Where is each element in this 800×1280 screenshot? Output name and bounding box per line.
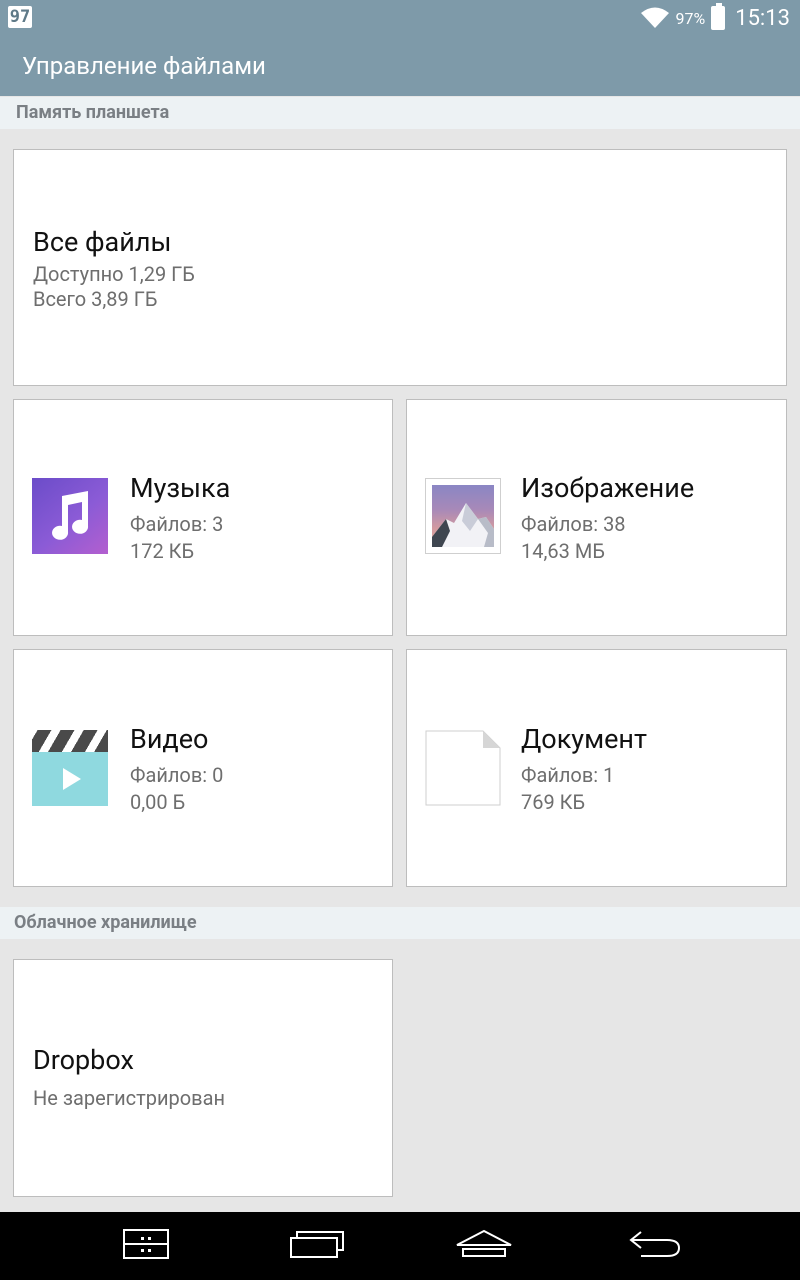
navigation-bar xyxy=(0,1212,800,1280)
wifi-icon xyxy=(640,6,670,30)
file-count: Файлов: 3 xyxy=(130,512,224,536)
clock: 15:13 xyxy=(735,5,790,31)
card-title: Музыка xyxy=(130,472,231,504)
file-count: Файлов: 1 xyxy=(521,763,615,787)
card-title: Документ xyxy=(521,723,647,755)
battery-icon xyxy=(711,3,726,30)
page-title: Управление файлами xyxy=(22,52,266,80)
file-size: 0,00 Б xyxy=(130,790,186,814)
section-header-tablet-memory: Память планшета xyxy=(0,97,800,129)
dropbox-card[interactable]: Dropbox Не зарегистрирован xyxy=(13,959,393,1197)
music-card[interactable]: Музыка Файлов: 3 172 КБ xyxy=(13,399,393,636)
all-files-card[interactable]: Все файлы Доступно 1,29 ГБ Всего 3,89 ГБ xyxy=(13,149,787,386)
recent-apps-button[interactable] xyxy=(257,1212,377,1280)
status-right: 97% 15:13 xyxy=(640,0,790,36)
clapperboard-play-icon xyxy=(32,730,108,806)
back-button[interactable] xyxy=(594,1212,714,1280)
card-title: Видео xyxy=(130,723,209,755)
images-card[interactable]: Изображение Файлов: 38 14,63 МБ xyxy=(406,399,787,636)
app-bar: Управление файлами xyxy=(0,36,800,96)
notification-badge: 97 xyxy=(8,6,32,28)
status-bar: 97 97% 15:13 xyxy=(0,0,800,36)
file-count: Файлов: 38 xyxy=(521,512,626,536)
menu-button[interactable] xyxy=(86,1212,206,1280)
video-card[interactable]: Видео Файлов: 0 0,00 Б xyxy=(13,649,393,887)
home-button[interactable] xyxy=(424,1212,544,1280)
card-title: Изображение xyxy=(521,472,695,504)
file-size: 769 КБ xyxy=(521,790,586,814)
documents-card[interactable]: Документ Файлов: 1 769 КБ xyxy=(406,649,787,887)
back-arrow-icon xyxy=(627,1229,681,1263)
document-page-icon xyxy=(425,730,501,806)
file-count: Файлов: 0 xyxy=(130,763,224,787)
home-icon xyxy=(455,1229,513,1263)
menu-icon xyxy=(123,1229,169,1263)
available-space: Доступно 1,29 ГБ xyxy=(33,262,195,286)
account-status: Не зарегистрирован xyxy=(33,1086,225,1110)
section-header-cloud-storage: Облачное хранилище xyxy=(0,907,800,939)
card-title: Dropbox xyxy=(33,1044,134,1076)
battery-percent: 97% xyxy=(675,8,706,28)
recent-apps-icon xyxy=(290,1230,344,1262)
card-title: Все файлы xyxy=(33,226,172,258)
music-note-icon xyxy=(32,478,108,554)
total-space: Всего 3,89 ГБ xyxy=(33,287,158,311)
file-size: 172 КБ xyxy=(130,539,195,563)
mountain-image-icon xyxy=(425,478,501,554)
file-size: 14,63 МБ xyxy=(521,539,605,563)
